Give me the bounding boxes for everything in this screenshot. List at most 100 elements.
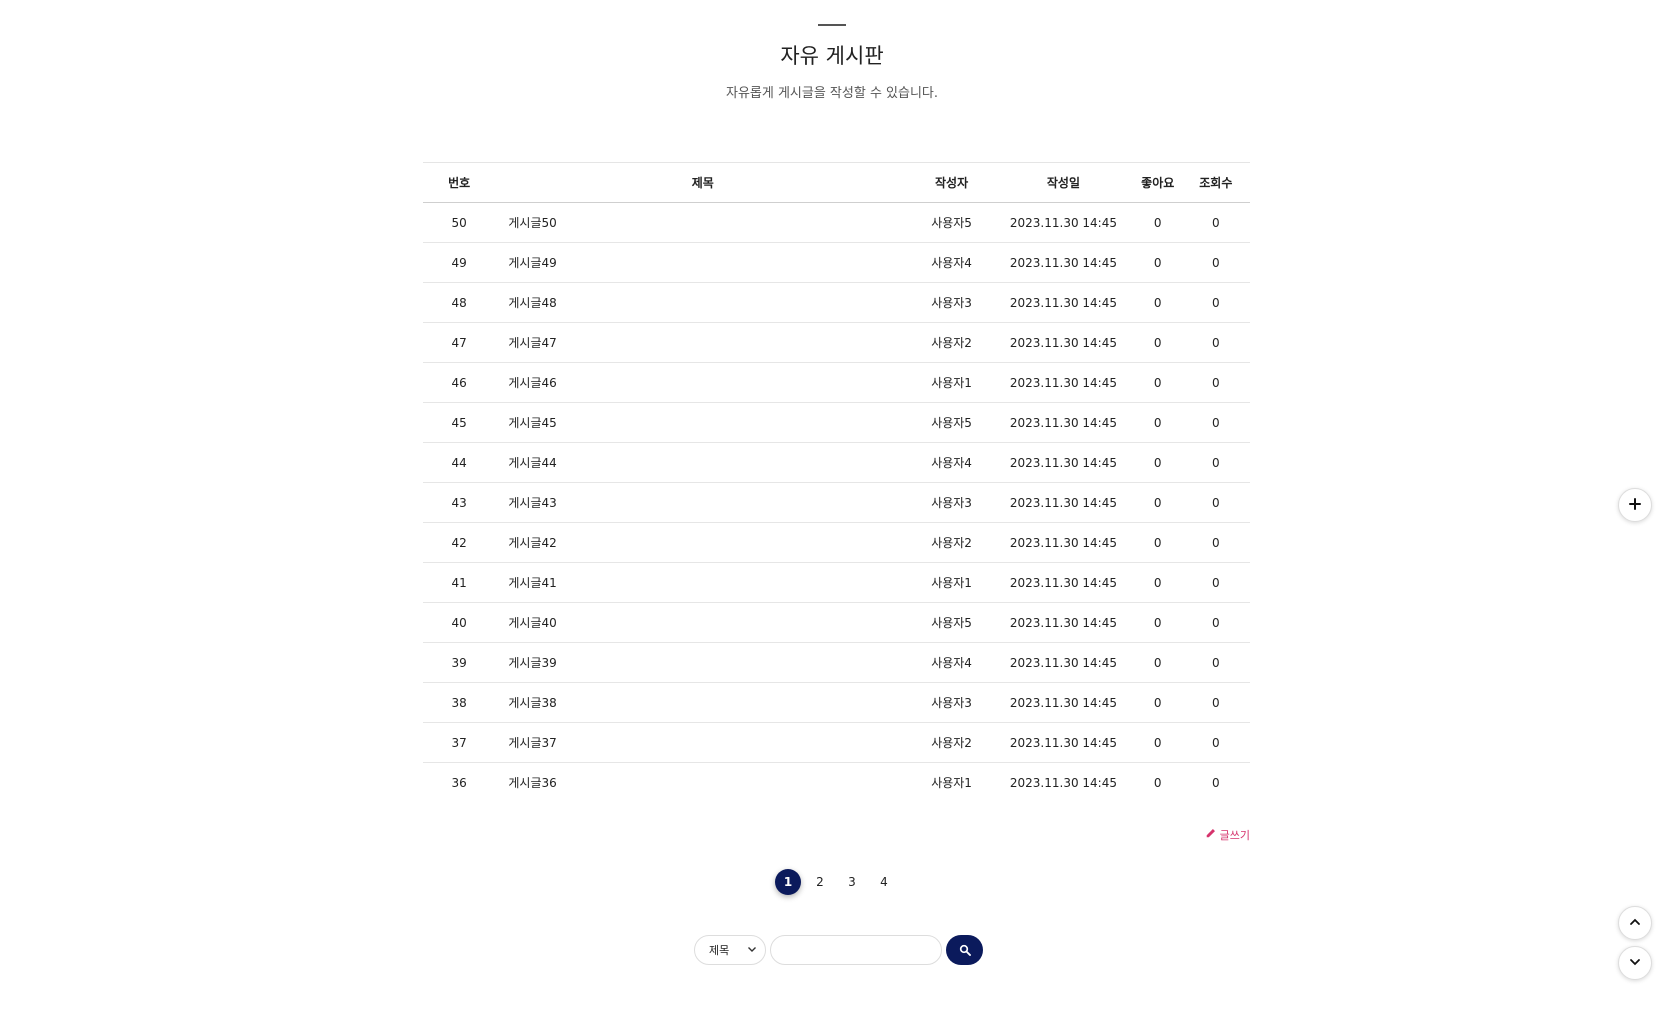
post-date: 2023.11.30 14:45	[1009, 455, 1117, 470]
page-3-button[interactable]: 3	[839, 869, 865, 895]
table-row[interactable]: 48 게시글48 사용자3 2023.11.30 14:45 0 0	[423, 283, 1250, 323]
table-row[interactable]: 49 게시글49 사용자4 2023.11.30 14:45 0 0	[423, 243, 1250, 283]
post-likes: 0	[1153, 535, 1162, 550]
page-2-button[interactable]: 2	[807, 869, 833, 895]
table-row[interactable]: 43 게시글43 사용자3 2023.11.30 14:45 0 0	[423, 483, 1250, 523]
post-views: 0	[1212, 575, 1220, 590]
post-views: 0	[1212, 455, 1220, 470]
table-row[interactable]: 37 게시글37 사용자2 2023.11.30 14:45 0 0	[423, 723, 1250, 763]
scroll-top-button[interactable]	[1618, 906, 1652, 940]
post-views: 0	[1212, 695, 1220, 710]
column-header-number: 번호	[423, 162, 496, 203]
post-likes: 0	[1153, 575, 1162, 590]
pencil-icon	[1205, 828, 1216, 842]
post-number: 49	[451, 255, 467, 270]
table-row[interactable]: 47 게시글47 사용자2 2023.11.30 14:45 0 0	[423, 323, 1250, 363]
post-title-link[interactable]: 게시글48	[495, 283, 910, 323]
page-1-button[interactable]: 1	[775, 869, 801, 895]
post-views: 0	[1212, 735, 1220, 750]
column-header-writer: 작성자	[910, 162, 994, 203]
post-writer: 사용자2	[931, 336, 972, 350]
post-views: 0	[1212, 375, 1220, 390]
post-title-link[interactable]: 게시글38	[495, 683, 910, 723]
post-views: 0	[1212, 615, 1220, 630]
column-header-likes: 좋아요	[1133, 162, 1182, 203]
post-writer: 사용자3	[931, 296, 972, 310]
table-row[interactable]: 40 게시글40 사용자5 2023.11.30 14:45 0 0	[423, 603, 1250, 643]
post-likes: 0	[1153, 415, 1162, 430]
post-likes: 0	[1153, 735, 1162, 750]
search-field-selected: 제목	[709, 944, 730, 957]
search-bar: 제목	[694, 935, 983, 965]
post-title-link[interactable]: 게시글39	[495, 643, 910, 683]
post-writer: 사용자5	[931, 616, 972, 630]
search-icon	[959, 941, 971, 960]
table-row[interactable]: 50 게시글50 사용자5 2023.11.30 14:45 0 0	[423, 203, 1250, 243]
post-number: 47	[451, 335, 467, 350]
table-row[interactable]: 41 게시글41 사용자1 2023.11.30 14:45 0 0	[423, 563, 1250, 603]
chevron-up-icon	[1628, 914, 1642, 933]
post-date: 2023.11.30 14:45	[1009, 215, 1117, 230]
table-row[interactable]: 39 게시글39 사용자4 2023.11.30 14:45 0 0	[423, 643, 1250, 683]
post-title-link[interactable]: 게시글42	[495, 523, 910, 563]
post-title-link[interactable]: 게시글46	[495, 363, 910, 403]
post-likes: 0	[1153, 335, 1162, 350]
board-table: 번호 제목 작성자 작성일 좋아요 조회수 50 게시글50 사용자5 2023.11…	[423, 162, 1250, 803]
post-title-link[interactable]: 게시글44	[495, 443, 910, 483]
pagination: 1 2 3 4	[775, 869, 903, 895]
post-views: 0	[1212, 215, 1220, 230]
post-writer: 사용자3	[931, 496, 972, 510]
post-date: 2023.11.30 14:45	[1009, 335, 1117, 350]
post-date: 2023.11.30 14:45	[1009, 695, 1117, 710]
table-row[interactable]: 38 게시글38 사용자3 2023.11.30 14:45 0 0	[423, 683, 1250, 723]
post-number: 46	[451, 375, 467, 390]
table-row[interactable]: 46 게시글46 사용자1 2023.11.30 14:45 0 0	[423, 363, 1250, 403]
post-number: 38	[451, 695, 467, 710]
post-title-link[interactable]: 게시글45	[495, 403, 910, 443]
post-title-link[interactable]: 게시글36	[495, 763, 910, 803]
table-row[interactable]: 42 게시글42 사용자2 2023.11.30 14:45 0 0	[423, 523, 1250, 563]
post-views: 0	[1212, 495, 1220, 510]
table-header-row: 번호 제목 작성자 작성일 좋아요 조회수	[423, 162, 1250, 203]
post-likes: 0	[1153, 215, 1162, 230]
search-button[interactable]	[946, 935, 983, 965]
post-date: 2023.11.30 14:45	[1009, 415, 1117, 430]
post-title-link[interactable]: 게시글37	[495, 723, 910, 763]
post-views: 0	[1212, 255, 1220, 270]
post-title-link[interactable]: 게시글41	[495, 563, 910, 603]
post-writer: 사용자3	[931, 696, 972, 710]
chevron-down-icon	[747, 944, 757, 957]
post-number: 45	[451, 415, 467, 430]
post-date: 2023.11.30 14:45	[1009, 495, 1117, 510]
post-number: 50	[451, 215, 467, 230]
post-title-link[interactable]: 게시글43	[495, 483, 910, 523]
add-post-float-button[interactable]	[1618, 488, 1652, 522]
post-writer: 사용자4	[931, 656, 972, 670]
search-field-select[interactable]: 제목	[694, 935, 766, 965]
post-writer: 사용자2	[931, 736, 972, 750]
page-4-button[interactable]: 4	[871, 869, 897, 895]
post-title-link[interactable]: 게시글50	[495, 203, 910, 243]
plus-icon	[1628, 496, 1642, 515]
post-date: 2023.11.30 14:45	[1009, 615, 1117, 630]
post-writer: 사용자4	[931, 256, 972, 270]
post-number: 39	[451, 655, 467, 670]
page-header: 자유 게시판 자유롭게 게시글을 작성할 수 있습니다.	[0, 0, 1664, 101]
table-row[interactable]: 44 게시글44 사용자4 2023.11.30 14:45 0 0	[423, 443, 1250, 483]
post-likes: 0	[1153, 455, 1162, 470]
page-title: 자유 게시판	[780, 44, 884, 68]
post-number: 40	[451, 615, 467, 630]
post-writer: 사용자2	[931, 536, 972, 550]
post-title-link[interactable]: 게시글47	[495, 323, 910, 363]
table-row[interactable]: 45 게시글45 사용자5 2023.11.30 14:45 0 0	[423, 403, 1250, 443]
post-date: 2023.11.30 14:45	[1009, 375, 1117, 390]
post-writer: 사용자5	[931, 416, 972, 430]
scroll-bottom-button[interactable]	[1618, 946, 1652, 980]
write-post-button[interactable]: 글쓰기	[1205, 827, 1250, 843]
post-likes: 0	[1153, 615, 1162, 630]
post-writer: 사용자1	[931, 376, 972, 390]
search-input[interactable]	[770, 935, 942, 965]
post-title-link[interactable]: 게시글49	[495, 243, 910, 283]
post-title-link[interactable]: 게시글40	[495, 603, 910, 643]
table-row[interactable]: 36 게시글36 사용자1 2023.11.30 14:45 0 0	[423, 763, 1250, 803]
